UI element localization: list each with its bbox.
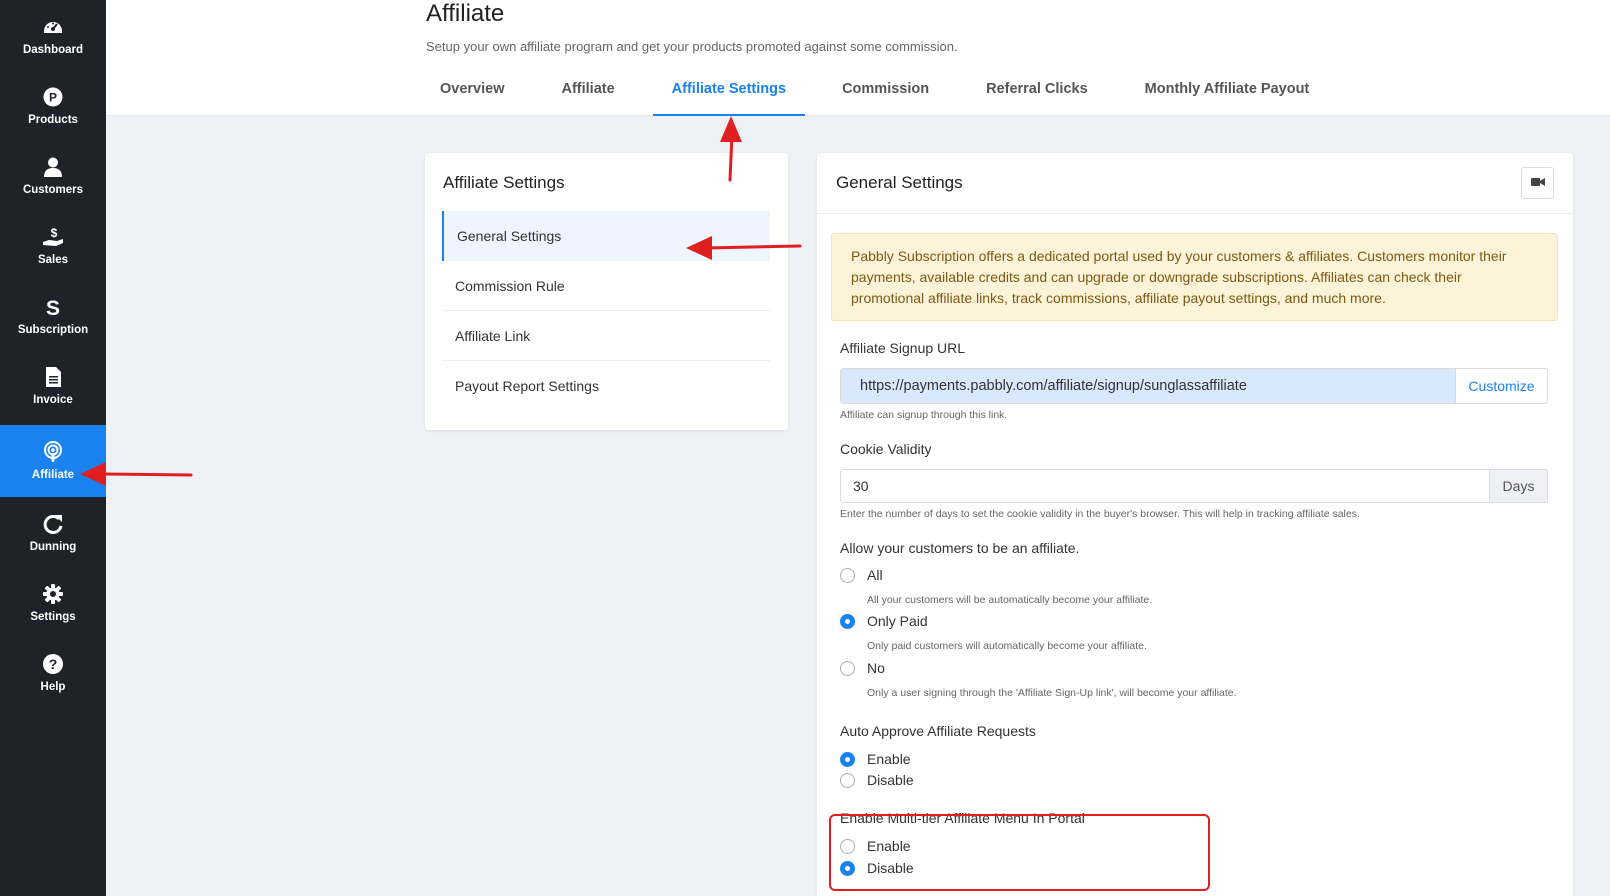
sidebar-item-sales[interactable]: $ Sales (0, 210, 106, 282)
affiliate-settings-menu: General Settings Commission Rule Affilia… (442, 211, 770, 411)
radio-label: Enable (867, 751, 911, 767)
page-header: Affiliate Setup your own affiliate progr… (106, 0, 1610, 116)
signup-url-group: Customize (840, 368, 1548, 404)
sidebar-item-invoice[interactable]: Invoice (0, 350, 106, 422)
tab-monthly-affiliate-payout[interactable]: Monthly Affiliate Payout (1145, 72, 1310, 116)
radio-circle (840, 660, 855, 676)
signup-url-label: Affiliate Signup URL (840, 340, 966, 356)
allow-all-help: All your customers will be automatically… (867, 594, 1153, 606)
cookie-validity-label: Cookie Validity (840, 441, 932, 457)
svg-text:P: P (49, 91, 57, 105)
allow-no-help: Only a user signing through the 'Affilia… (867, 687, 1237, 699)
general-settings-header: General Settings (817, 153, 1573, 214)
affiliate-podcast-icon (42, 441, 64, 463)
affiliate-settings-title: Affiliate Settings (443, 173, 565, 192)
tab-referral-clicks[interactable]: Referral Clicks (986, 72, 1088, 116)
general-settings-title: General Settings (836, 173, 963, 192)
sidebar-item-label: Sales (37, 254, 69, 266)
radio-circle (840, 567, 855, 583)
menu-item-affiliate-link[interactable]: Affiliate Link (442, 311, 770, 361)
allow-customers-only-paid-radio[interactable]: Only Paid (840, 613, 928, 629)
signup-url-help: Affiliate can signup through this link. (840, 409, 1008, 421)
user-icon (42, 156, 64, 178)
menu-item-general-settings[interactable]: General Settings (442, 211, 770, 261)
sidebar-item-label: Invoice (33, 394, 73, 406)
menu-item-commission-rule[interactable]: Commission Rule (442, 261, 770, 311)
tab-affiliate[interactable]: Affiliate (562, 72, 615, 116)
svg-text:S: S (46, 297, 60, 318)
svg-text:?: ? (49, 656, 58, 672)
radio-circle (840, 613, 855, 629)
tab-commission[interactable]: Commission (842, 72, 929, 116)
page-subtitle: Setup your own affiliate program and get… (426, 39, 958, 54)
sidebar-item-label: Help (40, 681, 66, 693)
sidebar-item-label: Products (28, 114, 78, 126)
gear-icon (42, 583, 64, 605)
customize-button[interactable]: Customize (1455, 369, 1547, 403)
cookie-days-addon: Days (1489, 470, 1547, 502)
dashboard-gauge-icon (42, 16, 64, 38)
affiliate-settings-card: Affiliate Settings General Settings Comm… (425, 153, 788, 430)
signup-url-input[interactable] (841, 369, 1455, 403)
general-settings-card: General Settings Pabbly Subscription off… (817, 153, 1573, 896)
tab-bar: Overview Affiliate Affiliate Settings Co… (426, 72, 1309, 116)
radio-circle (840, 751, 855, 767)
svg-text:$: $ (51, 226, 58, 240)
invoice-file-icon (42, 366, 64, 388)
auto-approve-enable-radio[interactable]: Enable (840, 751, 911, 767)
sidebar-item-dashboard[interactable]: Dashboard (0, 0, 106, 72)
sidebar-item-label: Settings (30, 611, 76, 623)
radio-label: Disable (867, 772, 914, 788)
allow-customers-label: Allow your customers to be an affiliate. (840, 540, 1080, 556)
sidebar-item-dunning[interactable]: Dunning (0, 497, 106, 569)
video-tutorial-button[interactable] (1521, 167, 1554, 199)
allow-customers-no-radio[interactable]: No (840, 660, 885, 676)
sidebar-item-customers[interactable]: Customers (0, 140, 106, 212)
tab-affiliate-settings[interactable]: Affiliate Settings (652, 72, 806, 116)
sidebar-item-settings[interactable]: Settings (0, 567, 106, 639)
subscription-s-icon: S (42, 296, 64, 318)
sidebar-item-products[interactable]: P Products (0, 70, 106, 142)
cookie-validity-help: Enter the number of days to set the cook… (840, 508, 1360, 520)
video-camera-icon (1530, 174, 1545, 192)
portal-info-alert: Pabbly Subscription offers a dedicated p… (831, 233, 1558, 321)
allow-customers-all-radio[interactable]: All (840, 567, 883, 583)
annotation-highlight-box (829, 814, 1210, 891)
tab-overview[interactable]: Overview (440, 72, 505, 116)
products-p-icon: P (42, 86, 64, 108)
sidebar-item-label: Affiliate (31, 469, 75, 481)
sidebar-item-subscription[interactable]: S Subscription (0, 280, 106, 352)
sales-hand-dollar-icon: $ (42, 226, 64, 248)
question-circle-icon: ? (42, 653, 64, 675)
sidebar-item-label: Dunning (29, 541, 77, 553)
auto-approve-label: Auto Approve Affiliate Requests (840, 723, 1036, 739)
sidebar: Dashboard P Products Customers $ Sales S… (0, 0, 106, 896)
sidebar-item-label: Dashboard (22, 44, 84, 56)
radio-label: Only Paid (867, 613, 928, 629)
radio-label: All (867, 567, 883, 583)
redo-icon (42, 513, 64, 535)
radio-circle (840, 772, 855, 788)
sidebar-item-label: Subscription (17, 324, 89, 336)
cookie-validity-input[interactable] (841, 470, 1489, 502)
menu-item-payout-report-settings[interactable]: Payout Report Settings (442, 361, 770, 411)
sidebar-item-affiliate[interactable]: Affiliate (0, 425, 106, 497)
sidebar-item-label: Customers (22, 184, 84, 196)
sidebar-item-help[interactable]: ? Help (0, 637, 106, 709)
cookie-validity-group: Days (840, 469, 1548, 503)
auto-approve-disable-radio[interactable]: Disable (840, 772, 914, 788)
radio-label: No (867, 660, 885, 676)
page-title: Affiliate (426, 0, 505, 27)
allow-only-paid-help: Only paid customers will automatically b… (867, 640, 1147, 652)
